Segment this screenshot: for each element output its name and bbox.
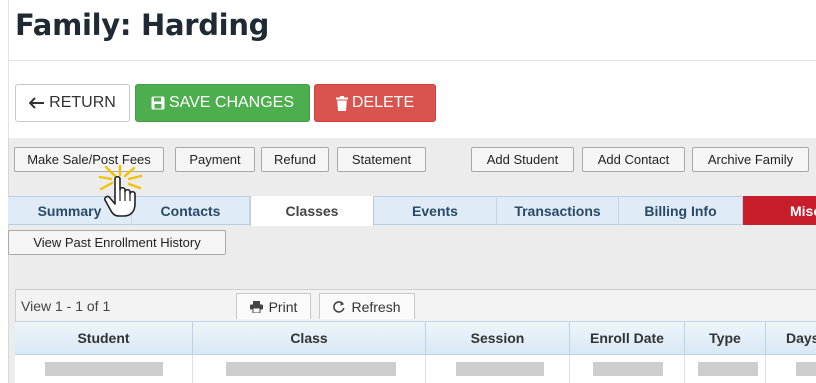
return-button[interactable]: RETURN xyxy=(15,84,130,122)
print-button[interactable]: Print xyxy=(236,293,311,319)
redacted-days-value xyxy=(796,362,816,376)
delete-label: DELETE xyxy=(351,94,415,111)
title-divider xyxy=(9,60,816,61)
add-contact-button[interactable]: Add Contact xyxy=(582,147,685,172)
printer-icon xyxy=(249,300,263,313)
column-header-class[interactable]: Class xyxy=(193,321,426,355)
refund-button[interactable]: Refund xyxy=(261,147,329,172)
trash-icon xyxy=(335,95,348,111)
redacted-type-value xyxy=(698,362,758,376)
refresh-label: Refresh xyxy=(351,298,401,315)
tab-transactions[interactable]: Transactions xyxy=(497,196,619,225)
redacted-class-value xyxy=(226,362,396,376)
view-count: View 1 - 1 of 1 xyxy=(21,298,111,314)
tab-events[interactable]: Events xyxy=(374,196,497,225)
payment-button[interactable]: Payment xyxy=(175,147,255,172)
column-header-session[interactable]: Session xyxy=(426,321,570,355)
save-changes-label: SAVE CHANGES xyxy=(168,94,295,111)
tab-contacts[interactable]: Contacts xyxy=(132,196,250,225)
column-header-student[interactable]: Student xyxy=(15,321,193,355)
redacted-enroll-date-value xyxy=(593,362,663,376)
page-title: Family: Harding xyxy=(15,8,270,42)
column-header-type[interactable]: Type xyxy=(685,321,766,355)
refresh-icon xyxy=(333,300,346,313)
statement-button[interactable]: Statement xyxy=(337,147,426,172)
archive-family-button[interactable]: Archive Family xyxy=(692,147,809,172)
tab-misc[interactable]: Misc xyxy=(743,196,816,225)
redacted-session-value xyxy=(456,362,544,376)
tab-billing-info[interactable]: Billing Info xyxy=(619,196,743,225)
print-label: Print xyxy=(268,298,298,315)
arrow-left-icon xyxy=(29,97,45,109)
column-header-days[interactable]: Days xyxy=(766,321,816,355)
refresh-button[interactable]: Refresh xyxy=(319,293,415,319)
add-student-button[interactable]: Add Student xyxy=(471,147,574,172)
view-past-enrollment-history-button[interactable]: View Past Enrollment History xyxy=(8,230,226,255)
column-header-enroll-date[interactable]: Enroll Date xyxy=(570,321,685,355)
delete-button[interactable]: DELETE xyxy=(314,84,436,122)
hand-pointer-icon xyxy=(95,163,147,224)
save-changes-button[interactable]: SAVE CHANGES xyxy=(135,84,310,122)
redacted-student-value xyxy=(45,362,163,376)
tab-classes[interactable]: Classes xyxy=(250,196,374,226)
floppy-disk-icon xyxy=(151,96,165,110)
return-label: RETURN xyxy=(49,94,116,111)
